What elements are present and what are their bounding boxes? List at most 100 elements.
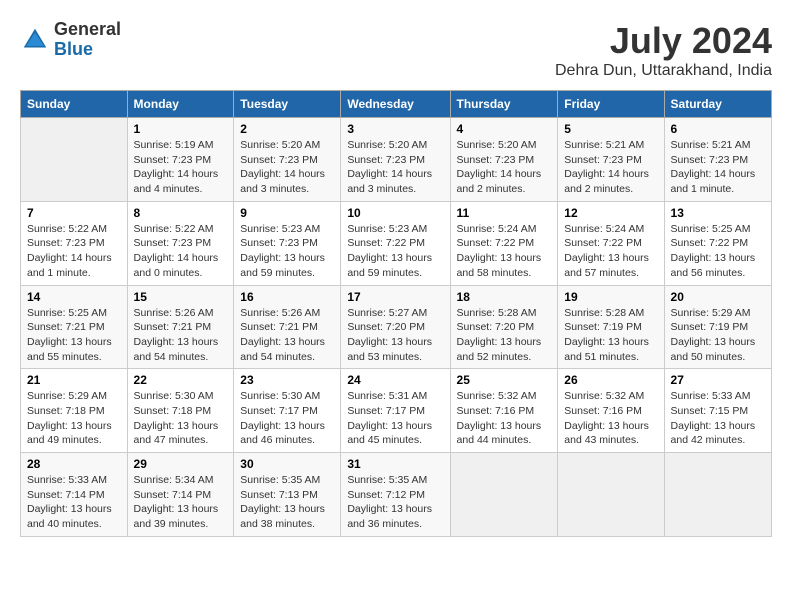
calendar-table: SundayMondayTuesdayWednesdayThursdayFrid… <box>20 90 772 537</box>
table-row: 3 Sunrise: 5:20 AM Sunset: 7:23 PM Daylig… <box>341 118 450 202</box>
day-info: Sunrise: 5:27 AM Sunset: 7:20 PM Dayligh… <box>347 306 443 365</box>
day-info: Sunrise: 5:28 AM Sunset: 7:19 PM Dayligh… <box>564 306 657 365</box>
calendar-body: 1 Sunrise: 5:19 AM Sunset: 7:23 PM Daylig… <box>21 118 772 537</box>
day-info: Sunrise: 5:22 AM Sunset: 7:23 PM Dayligh… <box>27 222 121 281</box>
day-number: 3 <box>347 122 443 136</box>
day-info: Sunrise: 5:24 AM Sunset: 7:22 PM Dayligh… <box>564 222 657 281</box>
week-row-1: 7Sunrise: 5:22 AM Sunset: 7:23 PM Daylig… <box>21 201 772 285</box>
logo-text: General Blue <box>54 20 121 60</box>
day-info: Sunrise: 5:20 AM Sunset: 7:23 PM Dayligh… <box>347 138 443 197</box>
day-info: Sunrise: 5:26 AM Sunset: 7:21 PM Dayligh… <box>134 306 228 365</box>
day-number: 30 <box>240 457 334 471</box>
day-info: Sunrise: 5:33 AM Sunset: 7:15 PM Dayligh… <box>671 389 765 448</box>
day-info: Sunrise: 5:23 AM Sunset: 7:23 PM Dayligh… <box>240 222 334 281</box>
day-number: 4 <box>457 122 552 136</box>
table-row: 23Sunrise: 5:30 AM Sunset: 7:17 PM Dayli… <box>234 369 341 453</box>
day-number: 29 <box>134 457 228 471</box>
logo: General Blue <box>20 20 121 60</box>
table-row: 20 Sunrise: 5:29 AM Sunset: 7:19 PM Dayli… <box>664 285 771 369</box>
day-info: Sunrise: 5:34 AM Sunset: 7:14 PM Dayligh… <box>134 473 228 532</box>
day-number: 16 <box>240 290 334 304</box>
day-info: Sunrise: 5:33 AM Sunset: 7:14 PM Dayligh… <box>27 473 121 532</box>
day-number: 17 <box>347 290 443 304</box>
title-month: July 2024 <box>555 20 772 62</box>
table-row: 15Sunrise: 5:26 AM Sunset: 7:21 PM Dayli… <box>127 285 234 369</box>
day-number: 27 <box>671 373 765 387</box>
table-row: 31Sunrise: 5:35 AM Sunset: 7:12 PM Dayli… <box>341 453 450 537</box>
day-number: 6 <box>671 122 765 136</box>
day-number: 14 <box>27 290 121 304</box>
day-number: 22 <box>134 373 228 387</box>
day-number: 1 <box>134 122 228 136</box>
table-row: 11 Sunrise: 5:24 AM Sunset: 7:22 PM Dayli… <box>450 201 558 285</box>
day-info: Sunrise: 5:21 AM Sunset: 7:23 PM Dayligh… <box>564 138 657 197</box>
day-info: Sunrise: 5:35 AM Sunset: 7:13 PM Dayligh… <box>240 473 334 532</box>
day-number: 12 <box>564 206 657 220</box>
day-number: 23 <box>240 373 334 387</box>
day-info: Sunrise: 5:23 AM Sunset: 7:22 PM Dayligh… <box>347 222 443 281</box>
logo-icon <box>20 25 50 55</box>
header-cell-sunday: Sunday <box>21 91 128 118</box>
day-number: 26 <box>564 373 657 387</box>
header-cell-thursday: Thursday <box>450 91 558 118</box>
day-number: 28 <box>27 457 121 471</box>
logo-blue: Blue <box>54 40 121 60</box>
table-row: 1 Sunrise: 5:19 AM Sunset: 7:23 PM Daylig… <box>127 118 234 202</box>
day-info: Sunrise: 5:35 AM Sunset: 7:12 PM Dayligh… <box>347 473 443 532</box>
table-row: 13Sunrise: 5:25 AM Sunset: 7:22 PM Dayli… <box>664 201 771 285</box>
header-cell-saturday: Saturday <box>664 91 771 118</box>
day-number: 20 <box>671 290 765 304</box>
table-row: 10Sunrise: 5:23 AM Sunset: 7:22 PM Dayli… <box>341 201 450 285</box>
page-header: General Blue July 2024 Dehra Dun, Uttara… <box>20 20 772 80</box>
day-info: Sunrise: 5:31 AM Sunset: 7:17 PM Dayligh… <box>347 389 443 448</box>
header-cell-tuesday: Tuesday <box>234 91 341 118</box>
day-info: Sunrise: 5:29 AM Sunset: 7:18 PM Dayligh… <box>27 389 121 448</box>
table-row: 7Sunrise: 5:22 AM Sunset: 7:23 PM Daylig… <box>21 201 128 285</box>
table-row: 27 Sunrise: 5:33 AM Sunset: 7:15 PM Dayli… <box>664 369 771 453</box>
day-info: Sunrise: 5:29 AM Sunset: 7:19 PM Dayligh… <box>671 306 765 365</box>
day-info: Sunrise: 5:32 AM Sunset: 7:16 PM Dayligh… <box>564 389 657 448</box>
day-number: 21 <box>27 373 121 387</box>
week-row-2: 14 Sunrise: 5:25 AM Sunset: 7:21 PM Dayli… <box>21 285 772 369</box>
day-number: 18 <box>457 290 552 304</box>
table-row <box>664 453 771 537</box>
table-row <box>558 453 664 537</box>
header-cell-friday: Friday <box>558 91 664 118</box>
week-row-4: 28 Sunrise: 5:33 AM Sunset: 7:14 PM Dayli… <box>21 453 772 537</box>
header-row: SundayMondayTuesdayWednesdayThursdayFrid… <box>21 91 772 118</box>
table-row: 28 Sunrise: 5:33 AM Sunset: 7:14 PM Dayli… <box>21 453 128 537</box>
day-info: Sunrise: 5:21 AM Sunset: 7:23 PM Dayligh… <box>671 138 765 197</box>
day-number: 2 <box>240 122 334 136</box>
day-info: Sunrise: 5:22 AM Sunset: 7:23 PM Dayligh… <box>134 222 228 281</box>
day-info: Sunrise: 5:20 AM Sunset: 7:23 PM Dayligh… <box>240 138 334 197</box>
day-number: 24 <box>347 373 443 387</box>
day-info: Sunrise: 5:20 AM Sunset: 7:23 PM Dayligh… <box>457 138 552 197</box>
day-info: Sunrise: 5:26 AM Sunset: 7:21 PM Dayligh… <box>240 306 334 365</box>
day-number: 8 <box>134 206 228 220</box>
table-row: 22Sunrise: 5:30 AM Sunset: 7:18 PM Dayli… <box>127 369 234 453</box>
week-row-3: 21 Sunrise: 5:29 AM Sunset: 7:18 PM Dayli… <box>21 369 772 453</box>
table-row: 12 Sunrise: 5:24 AM Sunset: 7:22 PM Dayli… <box>558 201 664 285</box>
table-row: 16 Sunrise: 5:26 AM Sunset: 7:21 PM Dayli… <box>234 285 341 369</box>
day-info: Sunrise: 5:19 AM Sunset: 7:23 PM Dayligh… <box>134 138 228 197</box>
week-row-0: 1 Sunrise: 5:19 AM Sunset: 7:23 PM Daylig… <box>21 118 772 202</box>
day-info: Sunrise: 5:24 AM Sunset: 7:22 PM Dayligh… <box>457 222 552 281</box>
table-row: 26 Sunrise: 5:32 AM Sunset: 7:16 PM Dayli… <box>558 369 664 453</box>
day-number: 11 <box>457 206 552 220</box>
day-number: 9 <box>240 206 334 220</box>
table-row: 19 Sunrise: 5:28 AM Sunset: 7:19 PM Dayli… <box>558 285 664 369</box>
table-row: 21 Sunrise: 5:29 AM Sunset: 7:18 PM Dayli… <box>21 369 128 453</box>
day-number: 19 <box>564 290 657 304</box>
table-row: 8 Sunrise: 5:22 AM Sunset: 7:23 PM Daylig… <box>127 201 234 285</box>
calendar-header: SundayMondayTuesdayWednesdayThursdayFrid… <box>21 91 772 118</box>
logo-general: General <box>54 20 121 40</box>
header-cell-monday: Monday <box>127 91 234 118</box>
day-info: Sunrise: 5:25 AM Sunset: 7:21 PM Dayligh… <box>27 306 121 365</box>
table-row: 29 Sunrise: 5:34 AM Sunset: 7:14 PM Dayli… <box>127 453 234 537</box>
day-number: 5 <box>564 122 657 136</box>
table-row: 9 Sunrise: 5:23 AM Sunset: 7:23 PM Daylig… <box>234 201 341 285</box>
day-number: 13 <box>671 206 765 220</box>
table-row: 6 Sunrise: 5:21 AM Sunset: 7:23 PM Daylig… <box>664 118 771 202</box>
day-info: Sunrise: 5:32 AM Sunset: 7:16 PM Dayligh… <box>457 389 552 448</box>
table-row: 14 Sunrise: 5:25 AM Sunset: 7:21 PM Dayli… <box>21 285 128 369</box>
